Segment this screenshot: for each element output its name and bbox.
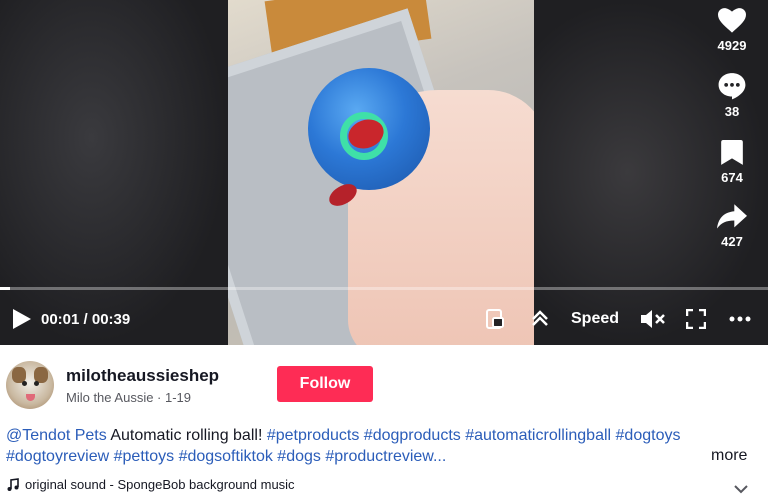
share-icon (717, 204, 747, 229)
fullscreen-button[interactable] (686, 302, 706, 336)
description-text: Automatic rolling ball! (106, 427, 267, 444)
fullscreen-icon (686, 309, 706, 329)
hashtag-link[interactable]: #dogs (277, 448, 321, 465)
play-icon (13, 309, 31, 329)
time-display: 00:01 / 00:39 (41, 310, 131, 328)
hashtag-link[interactable]: #pettoys (114, 448, 174, 465)
pip-icon (486, 309, 504, 329)
author-username[interactable]: milotheaussieshep (66, 366, 219, 386)
volume-muted-icon (641, 310, 665, 328)
mention-link[interactable]: @Tendot Pets (6, 427, 107, 444)
music-note-icon (7, 477, 19, 491)
video-frame[interactable] (228, 0, 534, 345)
video-description: @Tendot Pets Automatic rolling ball! #pe… (6, 425, 696, 467)
hashtag-link[interactable]: #petproducts (267, 427, 360, 444)
speed-button[interactable]: Speed (571, 302, 619, 336)
video-player[interactable]: 4929 38 674 427 00:01 / 00:39 Speed (0, 0, 768, 345)
player-controls: 00:01 / 00:39 Speed (0, 302, 768, 336)
double-chevron-up-icon (532, 310, 548, 326)
share-count: 427 (721, 234, 743, 249)
music-label: original sound - SpongeBob background mu… (25, 477, 295, 492)
auto-scroll-button[interactable] (529, 302, 551, 336)
picture-in-picture-button[interactable] (484, 302, 506, 336)
dog-eye (34, 381, 39, 386)
avatar[interactable] (6, 361, 54, 409)
progress-bar[interactable] (0, 287, 768, 290)
follow-button[interactable]: Follow (277, 366, 373, 402)
save-count: 674 (721, 170, 743, 185)
hashtag-link[interactable]: #dogtoys (616, 427, 681, 444)
comment-button[interactable]: 38 (706, 72, 758, 119)
video-blur-background-left (0, 0, 228, 345)
dog-eye (22, 381, 27, 386)
chevron-down-icon (734, 485, 748, 494)
author-nickname-date: Milo the Aussie · 1-19 (66, 390, 192, 405)
hashtag-link[interactable]: #dogsoftiktok (179, 448, 273, 465)
heart-icon (718, 8, 746, 33)
expand-music-button[interactable] (734, 481, 748, 499)
play-button[interactable] (12, 302, 32, 336)
mute-button[interactable] (640, 302, 666, 336)
comment-icon (718, 73, 746, 100)
save-button[interactable]: 674 (706, 140, 758, 185)
more-options-button[interactable] (729, 302, 751, 336)
hashtag-link[interactable]: #automaticrollingball (465, 427, 611, 444)
hashtag-link[interactable]: #dogtoyreview (6, 448, 109, 465)
like-count: 4929 (717, 38, 747, 53)
dog-tongue (26, 394, 35, 401)
more-button[interactable]: more (711, 447, 747, 465)
share-button[interactable]: 427 (706, 204, 758, 249)
progress-fill (0, 287, 10, 290)
comment-count: 38 (724, 104, 740, 119)
hashtag-link[interactable]: #productreview... (325, 448, 446, 465)
like-button[interactable]: 4929 (706, 8, 758, 53)
bookmark-icon (721, 140, 743, 165)
music-link[interactable]: original sound - SpongeBob background mu… (6, 477, 295, 492)
hashtag-link[interactable]: #dogproducts (364, 427, 461, 444)
video-info-panel: milotheaussieshep Milo the Aussie · 1-19… (0, 345, 768, 501)
ellipsis-icon (729, 316, 751, 322)
